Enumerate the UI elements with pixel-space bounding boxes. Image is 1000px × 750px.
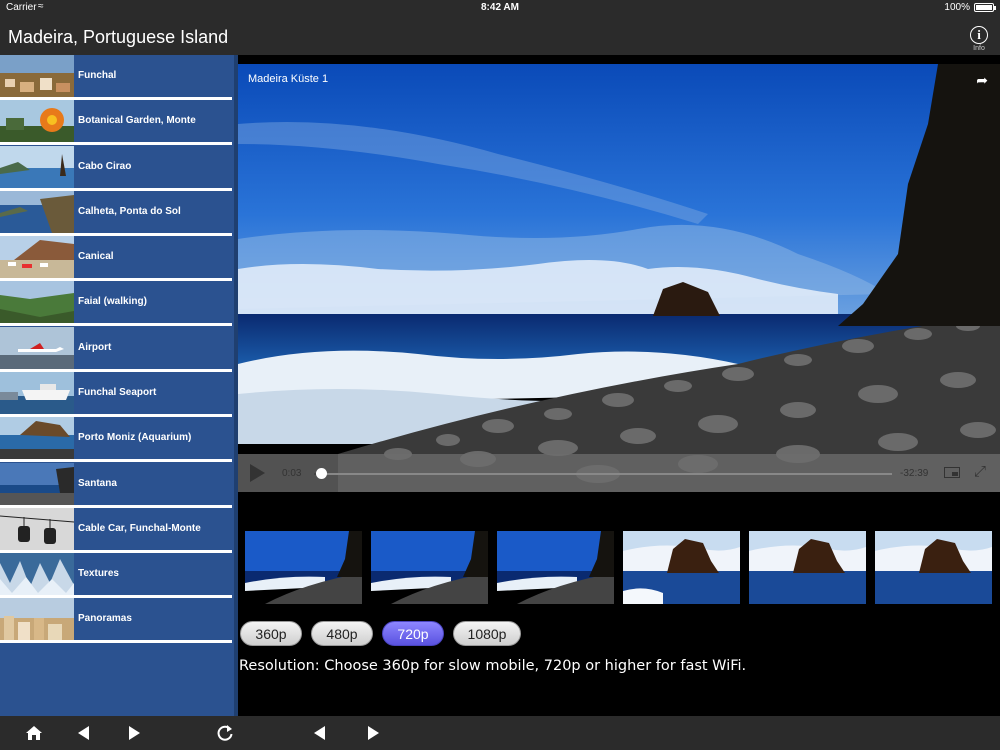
navigation-bar: Madeira, Portuguese Island i Info — [0, 16, 1000, 55]
elapsed-time: 0:03 — [282, 468, 302, 479]
resolution-1080p-button[interactable]: 1080p — [453, 621, 521, 646]
thumbnail-image — [0, 146, 74, 188]
remaining-time: -32:39 — [900, 468, 929, 479]
sidebar-item-airport[interactable]: Airport — [0, 327, 236, 372]
sidebar-item-label: Panoramas — [78, 613, 132, 624]
info-button[interactable]: i Info — [969, 26, 989, 54]
sidebar-item-canical[interactable]: Canical — [0, 236, 236, 281]
sidebar-item-cable-car[interactable]: Cable Car, Funchal-Monte — [0, 508, 236, 553]
reload-icon — [217, 725, 233, 741]
home-icon — [26, 726, 42, 740]
home-button[interactable] — [24, 723, 44, 743]
thumbnail-image — [0, 281, 74, 323]
clock: 8:42 AM — [481, 2, 519, 13]
thumbnail-image — [0, 598, 74, 640]
sidebar-item-santana[interactable]: Santana — [0, 463, 236, 508]
thumbnail-image — [0, 372, 74, 414]
sidebar-item-label: Cabo Cirao — [78, 161, 132, 172]
battery-percent: 100% — [944, 2, 970, 13]
resolution-720p-button[interactable]: 720p — [382, 621, 444, 646]
resolution-hint: Resolution: Choose 360p for slow mobile,… — [239, 658, 747, 674]
sidebar-item-calheta[interactable]: Calheta, Ponta do Sol — [0, 191, 236, 236]
status-bar: Carrier ≈ 8:42 AM 100% — [0, 0, 1000, 16]
thumbnail-image — [0, 55, 74, 97]
info-label: Info — [973, 45, 985, 52]
scrubber-knob[interactable] — [315, 468, 327, 479]
thumbnail-image — [0, 191, 74, 233]
share-icon[interactable]: ➦ — [976, 72, 988, 89]
video-thumbnail[interactable] — [623, 531, 740, 604]
sidebar-item-label: Funchal — [78, 70, 117, 81]
video-thumbnail[interactable] — [371, 531, 488, 604]
sidebar-item-cabo-cirao[interactable]: Cabo Cirao — [0, 146, 236, 191]
video-thumbnail[interactable] — [875, 531, 992, 604]
arrow-left-icon — [313, 726, 325, 740]
sidebar-item-faial[interactable]: Faial (walking) — [0, 281, 236, 326]
play-icon[interactable] — [250, 464, 265, 482]
fullscreen-icon[interactable]: ⤢ — [974, 463, 986, 480]
battery-icon — [974, 3, 996, 12]
sidebar-forward-button[interactable] — [124, 723, 144, 743]
sidebar-item-label: Funchal Seaport — [78, 387, 157, 398]
content-back-button[interactable] — [309, 723, 329, 743]
sidebar-item-funchal-seaport[interactable]: Funchal Seaport — [0, 372, 236, 417]
content-forward-button[interactable] — [363, 723, 383, 743]
thumbnail-image — [0, 327, 74, 369]
sidebar-item-label: Cable Car, Funchal-Monte — [78, 523, 201, 534]
page-title: Madeira, Portuguese Island — [8, 27, 229, 47]
resolution-480p-button[interactable]: 480p — [311, 621, 373, 646]
sidebar-item-label: Calheta, Ponta do Sol — [78, 206, 181, 217]
thumbnail-image — [0, 100, 74, 142]
thumbnail-image — [0, 463, 74, 505]
divider — [0, 640, 232, 643]
video-thumbnail[interactable] — [497, 531, 614, 604]
arrow-right-icon — [367, 726, 379, 740]
video-player[interactable]: Madeira Küste 1 ➦ 0:03 -32:39 ⤢ — [238, 64, 1000, 492]
sidebar-back-button[interactable] — [73, 723, 93, 743]
sidebar-item-label: Porto Moniz (Aquarium) — [78, 432, 192, 443]
sidebar-item-porto-moniz[interactable]: Porto Moniz (Aquarium) — [0, 417, 236, 462]
arrow-left-icon — [77, 726, 89, 740]
sidebar-item-label: Airport — [78, 342, 112, 353]
bottom-toolbar — [0, 716, 1000, 750]
sidebar-item-label: Textures — [78, 568, 119, 579]
sidebar-item-textures[interactable]: Textures — [0, 553, 236, 598]
thumbnail-image — [0, 236, 74, 278]
sidebar: Funchal Botanical Garden, Monte Cabo Cir… — [0, 55, 236, 716]
sidebar-item-botanical-garden[interactable]: Botanical Garden, Monte — [0, 100, 236, 145]
playback-controls: 0:03 -32:39 ⤢ — [238, 454, 1000, 492]
thumbnail-image — [0, 417, 74, 459]
divider — [0, 142, 232, 145]
sidebar-item-label: Faial (walking) — [78, 296, 147, 307]
sidebar-item-panoramas[interactable]: Panoramas — [0, 598, 236, 643]
divider — [0, 323, 232, 326]
sidebar-item-funchal[interactable]: Funchal — [0, 55, 236, 100]
video-thumbnail[interactable] — [245, 531, 362, 604]
picture-in-picture-icon[interactable] — [944, 467, 960, 478]
video-thumbnail[interactable] — [749, 531, 866, 604]
arrow-right-icon — [128, 726, 140, 740]
video-frame — [238, 64, 1000, 492]
thumbnail-image — [0, 508, 74, 550]
divider — [0, 459, 232, 462]
video-title: Madeira Küste 1 — [248, 73, 329, 85]
reload-button[interactable] — [215, 723, 235, 743]
thumbnail-image — [0, 553, 74, 595]
sidebar-item-label: Canical — [78, 251, 114, 262]
sidebar-item-label: Santana — [78, 478, 117, 489]
resolution-360p-button[interactable]: 360p — [240, 621, 302, 646]
info-icon: i — [970, 26, 988, 44]
scrubber-track[interactable] — [314, 473, 892, 475]
sidebar-item-label: Botanical Garden, Monte — [78, 115, 196, 126]
